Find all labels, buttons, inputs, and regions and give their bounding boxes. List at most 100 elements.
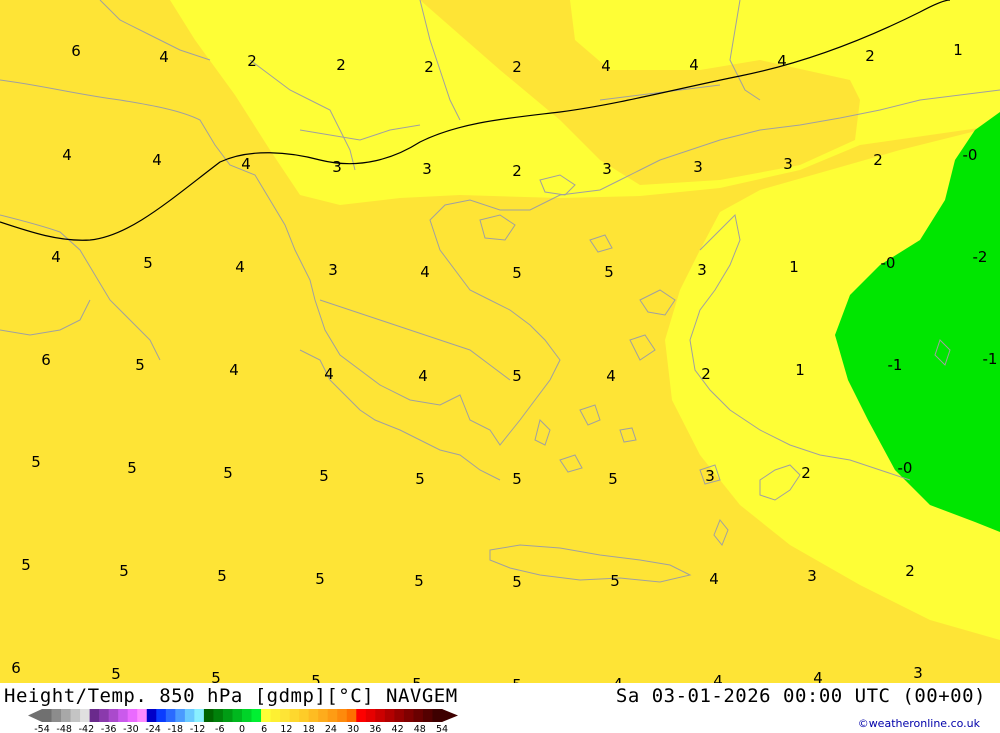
legend-color-box bbox=[242, 709, 252, 722]
temperature-label: 5 bbox=[414, 572, 424, 590]
temperature-label: 2 bbox=[512, 58, 522, 76]
legend-color-box bbox=[51, 709, 62, 722]
temperature-label: 1 bbox=[953, 41, 963, 59]
temperature-label: 4 bbox=[51, 248, 61, 266]
temperature-label: -1 bbox=[983, 350, 998, 368]
temperature-label: 2 bbox=[865, 47, 875, 65]
temperature-label: -0 bbox=[898, 459, 913, 477]
legend-tick-label: -54 bbox=[34, 724, 50, 733]
temperature-label: 5 bbox=[21, 556, 31, 574]
temperature-label: 2 bbox=[247, 52, 257, 70]
map-title: Height/Temp. 850 hPa [gdmp][°C] NAVGEM bbox=[4, 685, 458, 707]
temperature-label: 4 bbox=[601, 57, 611, 75]
temperature-label: 4 bbox=[159, 48, 169, 66]
legend-tick-label: -42 bbox=[79, 724, 95, 733]
temperature-label: 4 bbox=[420, 263, 430, 281]
legend-color-box bbox=[251, 709, 262, 722]
temperature-label: 4 bbox=[606, 367, 616, 385]
temperature-label: 2 bbox=[801, 464, 811, 482]
legend-tick-label: -18 bbox=[168, 724, 184, 733]
temperature-label: 4 bbox=[418, 367, 428, 385]
temperature-label: 5 bbox=[143, 254, 153, 272]
legend-color-box bbox=[137, 709, 148, 722]
legend-color-box bbox=[42, 709, 52, 722]
legend-color-box bbox=[365, 709, 376, 722]
temperature-label: 6 bbox=[71, 42, 81, 60]
legend-color-box bbox=[165, 709, 176, 722]
temperature-label: 5 bbox=[608, 470, 618, 488]
temperature-label: 5 bbox=[315, 570, 325, 588]
map-canvas: 6 4 2 2 2 2 4 4 4 2 1 4 4 4 3 3 2 3 3 3 2 -0 4 5 4 3 4 5 5 3 1 -0 -2 6 5 4 4… bbox=[0, 0, 1000, 683]
legend-color-box bbox=[118, 709, 129, 722]
temperature-label: 5 bbox=[217, 567, 227, 585]
legend-color-box bbox=[270, 709, 281, 722]
legend-color-box bbox=[375, 709, 386, 722]
legend-color-box bbox=[61, 709, 71, 722]
legend-color-box bbox=[403, 709, 414, 722]
temperature-label: 5 bbox=[412, 675, 422, 683]
legend-tick-label: -12 bbox=[190, 724, 206, 733]
temperature-label: 5 bbox=[311, 672, 321, 683]
temperature-label: 3 bbox=[783, 155, 793, 173]
temperature-label: 1 bbox=[795, 361, 805, 379]
legend-color-box bbox=[222, 709, 233, 722]
legend-color-box bbox=[184, 709, 195, 722]
temperature-label: 5 bbox=[512, 264, 522, 282]
map-footer: Height/Temp. 850 hPa [gdmp][°C] NAVGEM S… bbox=[0, 683, 1000, 733]
credit-text: ©weatheronline.co.uk bbox=[857, 717, 980, 730]
temperature-label: 4 bbox=[324, 365, 334, 383]
temperature-label: 2 bbox=[424, 58, 434, 76]
legend-tick-label: 18 bbox=[303, 724, 315, 733]
legend-tick-label: 42 bbox=[392, 724, 404, 733]
temperature-label: 2 bbox=[512, 162, 522, 180]
temperature-label: 6 bbox=[11, 659, 21, 677]
legend-color-box bbox=[422, 709, 433, 722]
legend-color-box bbox=[203, 709, 214, 722]
temperature-label: 3 bbox=[913, 664, 923, 682]
temperature-label: -0 bbox=[881, 254, 896, 272]
temperature-label: 5 bbox=[127, 459, 137, 477]
temperature-legend: -54 -48 -42 -36 -30 -24 -18 -12 -6 0 6 12 18 24 30 36 42… bbox=[28, 709, 458, 733]
temperature-label: 2 bbox=[905, 562, 915, 580]
legend-tick-label: 12 bbox=[280, 724, 292, 733]
temperature-label: 4 bbox=[235, 258, 245, 276]
temperature-label: 5 bbox=[415, 470, 425, 488]
legend-color-box bbox=[127, 709, 138, 722]
legend-color-box bbox=[337, 709, 348, 722]
legend-color-box bbox=[413, 709, 424, 722]
legend-color-box bbox=[261, 709, 271, 722]
temperature-label: 5 bbox=[31, 453, 41, 471]
temperature-label: 5 bbox=[512, 573, 522, 591]
temperature-label: 5 bbox=[119, 562, 129, 580]
legend-color-box bbox=[432, 709, 443, 722]
temperature-label: -0 bbox=[963, 146, 978, 164]
temperature-label: 5 bbox=[111, 665, 121, 683]
legend-color-box bbox=[146, 709, 157, 722]
legend-tick-label: -36 bbox=[101, 724, 117, 733]
legend-arrow-high bbox=[442, 709, 458, 722]
legend-arrow-low bbox=[28, 709, 42, 722]
legend-color-box bbox=[346, 709, 357, 722]
legend-tick-label: 48 bbox=[414, 724, 426, 733]
temperature-label: 5 bbox=[223, 464, 233, 482]
temperature-label: 2 bbox=[873, 151, 883, 169]
temperature-label: -1 bbox=[888, 356, 903, 374]
temperature-label: 4 bbox=[777, 52, 787, 70]
temperature-label: 2 bbox=[701, 365, 711, 383]
legend-tick-label: 6 bbox=[261, 724, 267, 733]
legend-tick-label: 30 bbox=[347, 724, 359, 733]
legend-color-box bbox=[175, 709, 186, 722]
temperature-label: 4 bbox=[689, 56, 699, 74]
temperature-label: 4 bbox=[241, 155, 251, 173]
legend-tick-label: 0 bbox=[239, 724, 245, 733]
temperature-label: 3 bbox=[697, 261, 707, 279]
temperature-label: -2 bbox=[973, 248, 988, 266]
legend-tick-label: -30 bbox=[123, 724, 139, 733]
legend-color-box bbox=[318, 709, 329, 722]
temperature-label: 5 bbox=[610, 572, 620, 590]
temperature-label: 4 bbox=[229, 361, 239, 379]
legend-color-box bbox=[356, 709, 367, 722]
temperature-label: 3 bbox=[705, 467, 715, 485]
legend-color-box bbox=[327, 709, 338, 722]
legend-color-box bbox=[394, 709, 405, 722]
